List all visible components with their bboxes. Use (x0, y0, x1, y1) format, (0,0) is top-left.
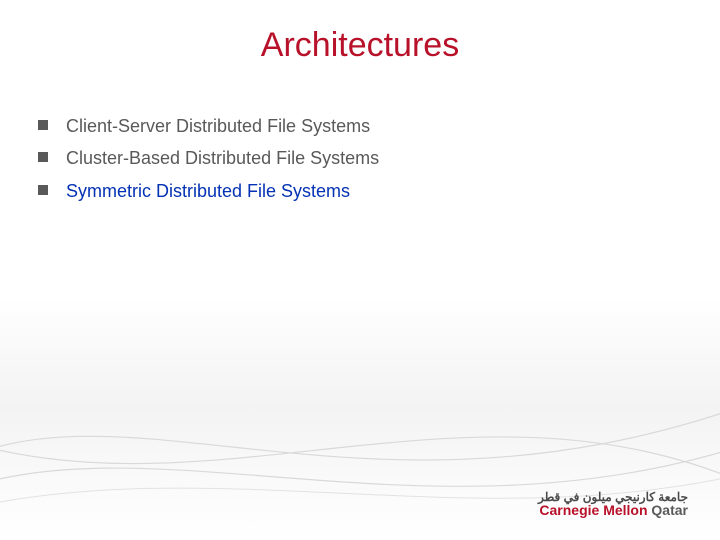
bullet-text: Symmetric Distributed File Systems (66, 179, 350, 203)
logo-english: Carnegie Mellon Qatar (538, 503, 688, 518)
list-item: Symmetric Distributed File Systems (38, 179, 682, 203)
logo: جامعة كارنيجي ميلون في قطر Carnegie Mell… (538, 491, 688, 518)
slide: Architectures Client-Server Distributed … (0, 0, 720, 540)
bullet-text: Client-Server Distributed File Systems (66, 114, 370, 138)
logo-english-cm: Carnegie Mellon (539, 502, 647, 518)
bullet-list: Client-Server Distributed File Systems C… (38, 114, 682, 211)
square-bullet-icon (38, 185, 48, 195)
square-bullet-icon (38, 120, 48, 130)
list-item: Client-Server Distributed File Systems (38, 114, 682, 138)
bullet-text: Cluster-Based Distributed File Systems (66, 146, 379, 170)
slide-title: Architectures (0, 26, 720, 65)
square-bullet-icon (38, 152, 48, 162)
list-item: Cluster-Based Distributed File Systems (38, 146, 682, 170)
logo-english-q: Qatar (648, 502, 688, 518)
